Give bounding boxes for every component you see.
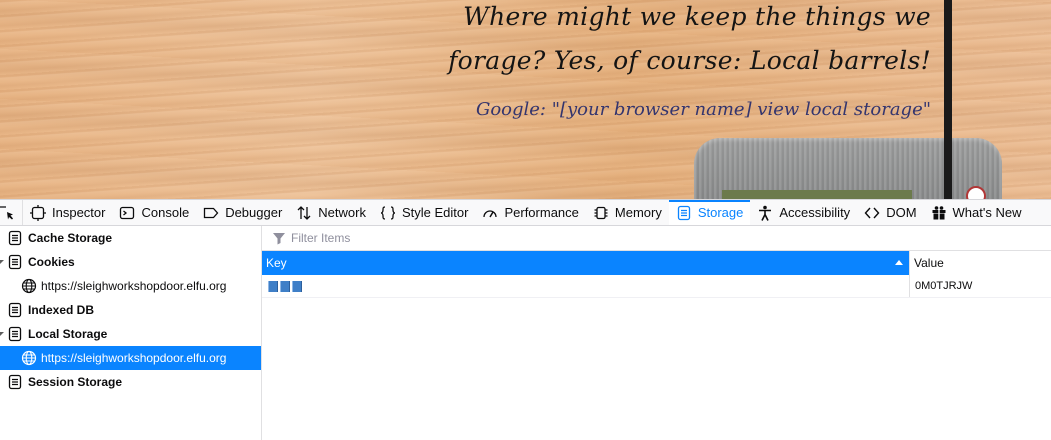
storage-icon [7,374,23,390]
hint-text-line-1: Where might we keep the things we [463,2,931,31]
tree-label: Indexed DB [28,303,95,317]
hint-text-line-2: forage? Yes, of course: Local barrels! [448,46,931,75]
performance-icon [482,205,498,221]
expand-arrow-icon[interactable] [0,332,4,336]
device-antenna [944,138,952,199]
tab-label: Debugger [225,205,283,220]
tree-item-session-storage[interactable]: Session Storage [0,370,261,394]
unrenderable-key-glyphs [268,280,302,292]
tab-inspector[interactable]: Inspector [23,200,112,225]
filter-placeholder: Filter Items [291,231,351,245]
storage-tree: Cache Storage Cookies https://sleighwork… [0,226,262,440]
key-cell [262,275,909,297]
storage-icon [7,326,23,342]
devtools-toolbar: Inspector Console Debugger Network Style… [0,199,1051,226]
tab-label: Style Editor [401,205,469,220]
inspector-icon [30,204,46,221]
filter-icon [271,230,287,246]
column-header-label: Key [266,256,287,270]
storage-icon [676,205,692,221]
tab-console[interactable]: Console [112,200,196,225]
tab-label: Inspector [52,205,106,220]
element-picker-icon [0,205,16,221]
tree-label: Cookies [28,255,75,269]
sleigh-door-device [694,138,1002,199]
network-icon [296,205,312,221]
device-knob [966,186,986,199]
tab-label: Console [141,205,190,220]
tab-style-editor[interactable]: Style Editor [373,200,475,225]
gift-icon [931,205,947,221]
storage-icon [7,230,23,246]
element-picker-button[interactable] [0,200,23,225]
debugger-icon [203,205,219,221]
tree-item-cookies-origin[interactable]: https://sleighworkshopdoor.elfu.org [0,274,261,298]
tree-label: Local Storage [28,327,108,341]
accessibility-icon [757,205,773,221]
tree-item-local-storage-origin[interactable]: https://sleighworkshopdoor.elfu.org [0,346,261,370]
style-editor-icon [380,205,396,221]
tree-item-local-storage[interactable]: Local Storage [0,322,261,346]
storage-panel: Cache Storage Cookies https://sleighwork… [0,226,1051,440]
tree-label: https://sleighworkshopdoor.elfu.org [41,279,227,293]
value-cell: 0M0TJRJW [909,275,1051,297]
console-icon [119,205,135,221]
tab-label: Storage [697,205,744,220]
tab-whats-new[interactable]: What's New [924,200,1029,225]
globe-icon [21,350,37,366]
tab-debugger[interactable]: Debugger [196,200,289,225]
tab-storage[interactable]: Storage [668,200,751,225]
storage-table-area: Filter Items Key Value 0M0TJRJW [262,226,1051,440]
expand-arrow-icon[interactable] [0,260,4,264]
tab-accessibility[interactable]: Accessibility [750,200,857,225]
tab-label: Memory [614,205,662,220]
tree-item-cache-storage[interactable]: Cache Storage [0,226,261,250]
globe-icon [21,278,37,294]
tab-label: Performance [504,205,579,220]
storage-icon [7,302,23,318]
column-header-label: Value [914,256,944,270]
tab-label: What's New [952,205,1022,220]
tab-performance[interactable]: Performance [475,200,585,225]
storage-icon [7,254,23,270]
filter-items-input[interactable]: Filter Items [262,226,1051,251]
tree-label: Session Storage [28,375,123,389]
tree-item-cookies[interactable]: Cookies [0,250,261,274]
memory-icon [593,205,609,221]
table-header: Key Value [262,251,1051,275]
sort-ascending-icon [895,260,903,265]
tab-memory[interactable]: Memory [586,200,669,225]
tree-item-indexed-db[interactable]: Indexed DB [0,298,261,322]
dom-icon [864,205,880,221]
device-screen [722,190,912,199]
webpage-area: Where might we keep the things we forage… [0,0,1051,199]
hint-google-text: Google: "[your browser name] view local … [475,99,931,120]
tree-label: Cache Storage [28,231,113,245]
table-row[interactable]: 0M0TJRJW [262,275,1051,298]
column-header-value[interactable]: Value [909,251,1051,275]
tree-label: https://sleighworkshopdoor.elfu.org [41,351,227,365]
column-header-key[interactable]: Key [262,251,909,275]
tab-label: Network [318,205,366,220]
tab-label: Accessibility [779,205,851,220]
tab-dom[interactable]: DOM [857,200,923,225]
tab-label: DOM [886,205,917,220]
tab-network[interactable]: Network [289,200,373,225]
